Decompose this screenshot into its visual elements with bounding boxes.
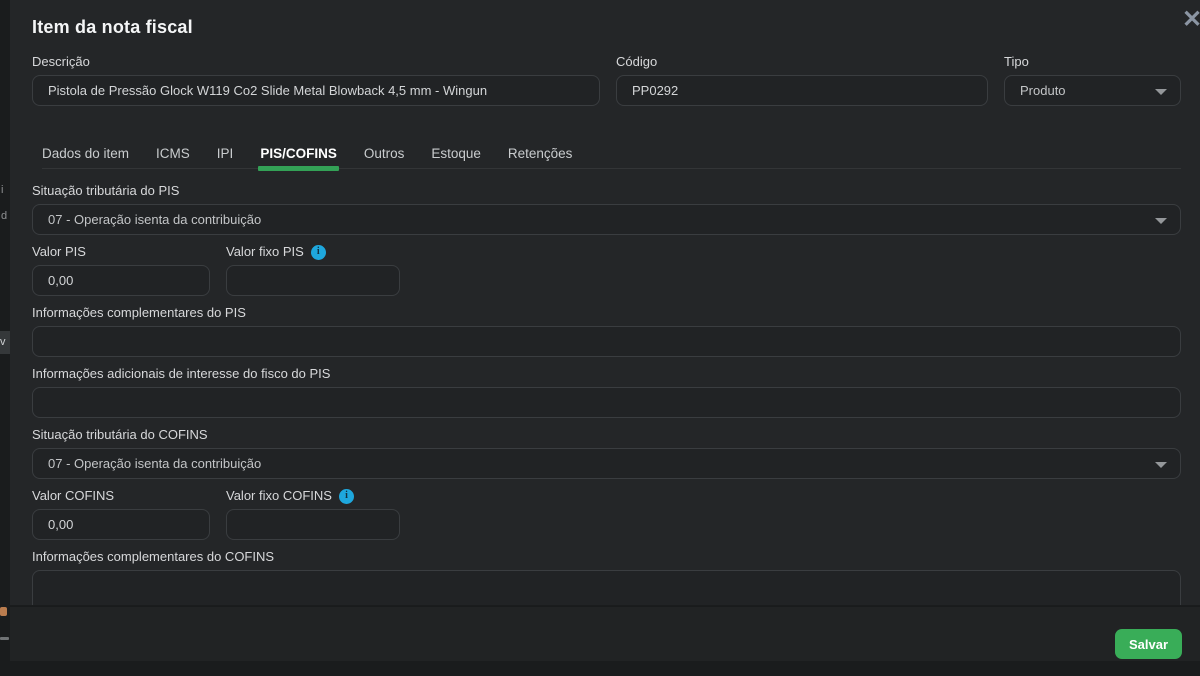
tab-dados-do-item[interactable]: Dados do item — [42, 146, 129, 161]
valor-fixo-pis-input[interactable] — [226, 265, 400, 296]
close-icon[interactable]: ✕ — [1177, 6, 1200, 36]
situacao-pis-select[interactable]: 07 - Operação isenta da contribuição — [32, 204, 1181, 235]
codigo-label: Código — [616, 54, 988, 70]
situacao-pis-select-value: 07 - Operação isenta da contribuição — [48, 212, 261, 227]
tab-outros[interactable]: Outros — [364, 146, 405, 161]
chevron-down-icon — [1155, 89, 1167, 95]
tab-bar: Dados do item ICMS IPI PIS/COFINS Outros… — [42, 146, 1181, 169]
valor-pis-label: Valor PIS — [32, 244, 210, 260]
valor-fixo-cofins-input[interactable] — [226, 509, 400, 540]
tab-estoque[interactable]: Estoque — [431, 146, 481, 161]
chevron-down-icon — [1155, 462, 1167, 468]
info-adicionais-fisco-pis-input[interactable] — [32, 387, 1181, 418]
modal-footer: Salvar — [10, 606, 1200, 661]
tipo-label: Tipo — [1004, 54, 1181, 70]
valor-cofins-input[interactable] — [32, 509, 210, 540]
descricao-label: Descrição — [32, 54, 600, 70]
tab-retencoes[interactable]: Retenções — [508, 146, 573, 161]
situacao-cofins-select-value: 07 - Operação isenta da contribuição — [48, 456, 261, 471]
chevron-down-icon — [1155, 218, 1167, 224]
info-adicionais-fisco-pis-label: Informações adicionais de interesse do f… — [32, 366, 1181, 382]
info-complementares-cofins-input[interactable] — [32, 570, 1181, 605]
tipo-select-value: Produto — [1020, 83, 1066, 98]
page-behind-blob — [0, 637, 9, 640]
tab-ipi[interactable]: IPI — [217, 146, 234, 161]
modal-title: Item da nota fiscal — [32, 17, 1181, 38]
page-behind-fragment: d — [1, 210, 10, 222]
invoice-item-modal: ✕ Item da nota fiscal Descrição Código T… — [10, 0, 1200, 605]
valor-fixo-pis-label: Valor fixo PIS — [226, 244, 304, 260]
info-icon[interactable]: i — [339, 489, 354, 504]
info-complementares-pis-input[interactable] — [32, 326, 1181, 357]
valor-pis-input[interactable] — [32, 265, 210, 296]
page-behind-blob — [0, 607, 7, 616]
header-fields-row: Descrição Código Tipo Produto — [32, 54, 1181, 106]
page-behind-fragment: v — [0, 331, 10, 354]
save-button[interactable]: Salvar — [1115, 629, 1182, 659]
valor-cofins-label: Valor COFINS — [32, 488, 210, 504]
situacao-pis-label: Situação tributária do PIS — [32, 183, 1181, 199]
descricao-input[interactable] — [32, 75, 600, 106]
info-complementares-cofins-label: Informações complementares do COFINS — [32, 549, 1181, 565]
situacao-cofins-select[interactable]: 07 - Operação isenta da contribuição — [32, 448, 1181, 479]
valor-fixo-cofins-label: Valor fixo COFINS — [226, 488, 332, 504]
tab-pis-cofins[interactable]: PIS/COFINS — [260, 146, 337, 161]
tipo-select[interactable]: Produto — [1004, 75, 1181, 106]
page-behind-fragment: i — [1, 184, 10, 196]
info-icon[interactable]: i — [311, 245, 326, 260]
info-complementares-pis-label: Informações complementares do PIS — [32, 305, 1181, 321]
codigo-input[interactable] — [616, 75, 988, 106]
situacao-cofins-label: Situação tributária do COFINS — [32, 427, 1181, 443]
tab-icms[interactable]: ICMS — [156, 146, 190, 161]
